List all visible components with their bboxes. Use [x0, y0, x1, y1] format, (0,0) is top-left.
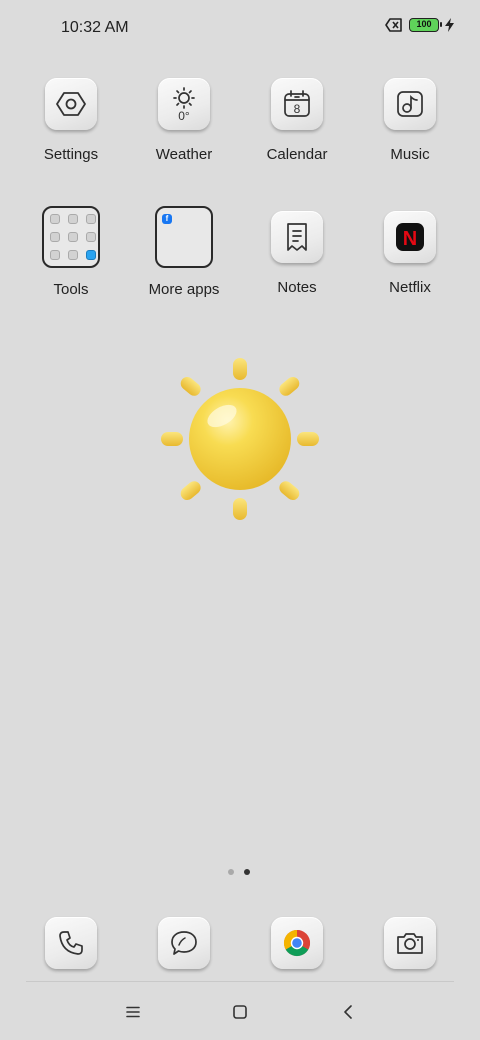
mini-app-icon [86, 250, 96, 260]
folder-more-apps[interactable]: f More apps [134, 206, 234, 298]
app-calendar[interactable]: 8 Calendar [247, 78, 347, 163]
charging-bolt-icon [445, 18, 454, 32]
folder-label: More apps [148, 281, 220, 298]
weather-icon[interactable]: 0° [158, 78, 210, 130]
back-icon [344, 1005, 352, 1019]
dock-divider [26, 981, 454, 982]
folder-icon[interactable] [42, 206, 100, 268]
nav-home-button[interactable] [226, 998, 254, 1026]
mini-app-icon [68, 214, 78, 224]
app-label: Weather [155, 146, 213, 163]
nav-back-button[interactable] [334, 998, 362, 1026]
app-label: Notes [277, 279, 317, 296]
dock-messages[interactable] [158, 917, 210, 969]
menu-icon [126, 1006, 140, 1018]
app-label: Music [390, 146, 430, 163]
sun-icon [161, 358, 319, 520]
app-label: Netflix [389, 279, 431, 296]
nav-menu-button[interactable] [119, 998, 147, 1026]
folder-label: Tools [53, 281, 89, 298]
page-dot[interactable] [228, 869, 234, 875]
folder-icon[interactable]: f [155, 206, 213, 268]
dock-chrome[interactable] [271, 917, 323, 969]
app-settings[interactable]: Settings [21, 78, 121, 163]
music-icon[interactable] [384, 78, 436, 130]
weather-glyph: 0° [178, 109, 190, 122]
mini-app-icon [50, 232, 60, 242]
mini-app-icon [50, 214, 60, 224]
camera-icon[interactable] [384, 917, 436, 969]
status-icons: 100 [385, 18, 454, 32]
weather-widget[interactable] [160, 358, 320, 520]
mini-app-icon [86, 232, 96, 242]
mini-app-icon [50, 250, 60, 260]
chrome-icon[interactable] [271, 917, 323, 969]
folder-contents [50, 214, 96, 260]
app-notes[interactable]: Notes [247, 211, 347, 296]
mini-app-icon [68, 250, 78, 260]
page-indicator [228, 869, 250, 875]
netflix-glyph: N [403, 228, 417, 250]
calendar-icon[interactable]: 8 [271, 78, 323, 130]
battery-icon: 100 [409, 18, 442, 32]
messages-icon[interactable] [158, 917, 210, 969]
status-time: 10:32 AM [61, 19, 129, 36]
folder-tools[interactable]: Tools [21, 206, 121, 298]
phone-icon[interactable] [45, 917, 97, 969]
no-sim-icon [385, 18, 402, 32]
settings-icon[interactable] [45, 78, 97, 130]
calendar-glyph: 8 [294, 102, 301, 116]
facebook-mini-icon: f [162, 214, 172, 224]
home-icon [233, 1005, 247, 1019]
status-bar: 10:32 AM 100 [0, 0, 480, 56]
app-label: Calendar [266, 146, 328, 163]
app-netflix[interactable]: N Netflix [360, 211, 460, 296]
mini-app-icon [68, 232, 78, 242]
dock-camera[interactable] [384, 917, 436, 969]
dock-phone[interactable] [45, 917, 97, 969]
mini-app-icon [86, 214, 96, 224]
netflix-icon[interactable]: N [384, 211, 436, 263]
app-weather[interactable]: 0° Weather [134, 78, 234, 163]
page-dot-active[interactable] [244, 869, 250, 875]
app-label: Settings [43, 146, 99, 163]
app-music[interactable]: Music [360, 78, 460, 163]
notes-icon[interactable] [271, 211, 323, 263]
